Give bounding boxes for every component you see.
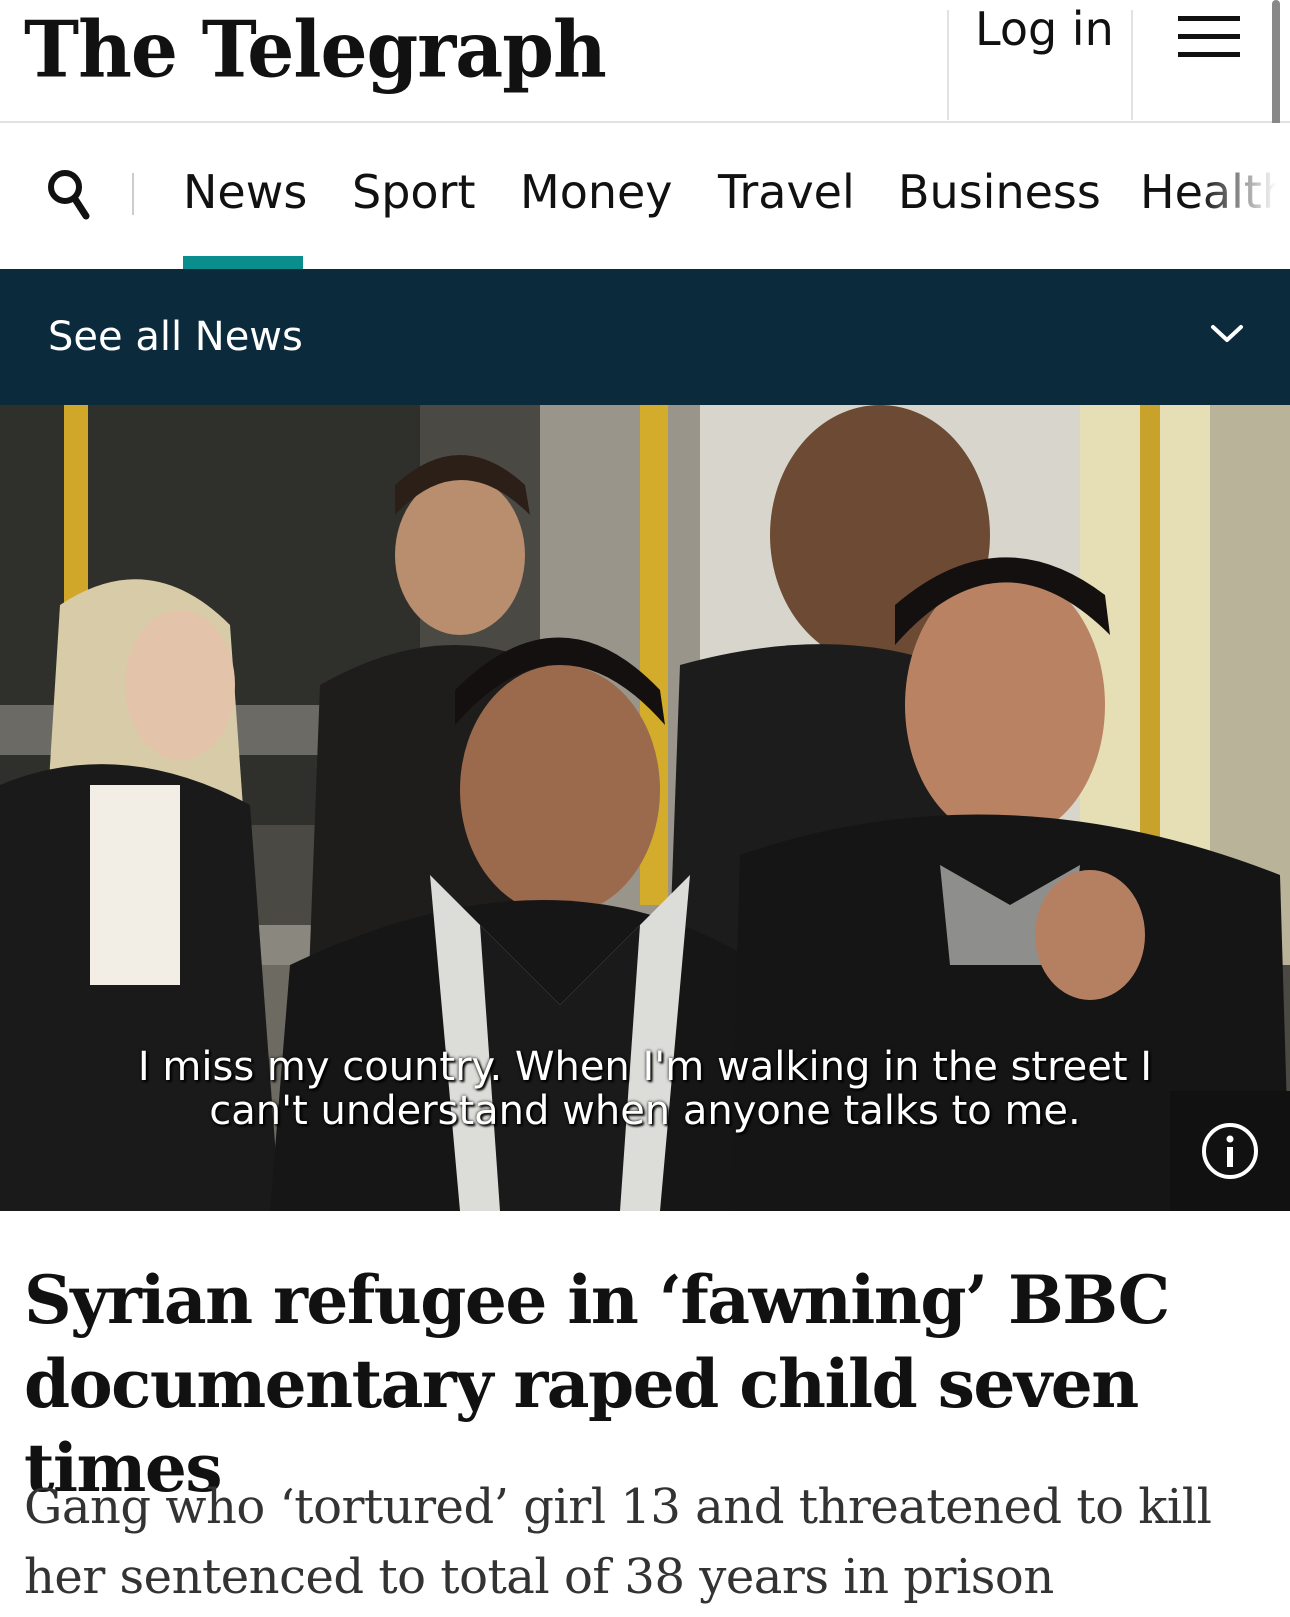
subtitle-line: can't understand when anyone talks to me…	[209, 1088, 1081, 1134]
login-link[interactable]: Log in	[975, 0, 1114, 58]
search-icon[interactable]	[46, 168, 90, 220]
site-logo[interactable]: The Telegraph	[24, 2, 607, 99]
nav-item-business[interactable]: Business	[898, 161, 1101, 223]
header-divider	[947, 10, 949, 120]
see-all-bar[interactable]: See all News	[0, 269, 1290, 405]
see-all-label: See all News	[48, 314, 303, 360]
info-icon[interactable]	[1200, 1121, 1260, 1181]
scrollbar-thumb[interactable]	[1272, 0, 1280, 142]
nav-item-news[interactable]: News	[183, 161, 307, 223]
nav-item-money[interactable]: Money	[520, 161, 673, 223]
article-standfirst: Gang who ‘tortured’ girl 13 and threaten…	[24, 1479, 1212, 1605]
nav-item-travel[interactable]: Travel	[718, 161, 855, 223]
image-info-button[interactable]	[1170, 1091, 1290, 1211]
hamburger-menu-icon[interactable]	[1178, 16, 1242, 60]
hero-image: I miss my country. When I'm walking in t…	[0, 405, 1290, 1211]
subtitle-line: I miss my country. When I'm walking in t…	[137, 1044, 1153, 1090]
nav-separator	[132, 173, 134, 215]
active-tab-indicator	[183, 256, 303, 269]
nav-fade	[1200, 123, 1290, 269]
video-subtitle: I miss my country. When I'm walking in t…	[0, 1045, 1290, 1133]
section-nav: News Sport Money Travel Business Health	[0, 123, 1290, 269]
chevron-down-icon[interactable]	[1210, 323, 1244, 345]
site-header: The Telegraph Log in	[0, 0, 1290, 142]
nav-item-sport[interactable]: Sport	[352, 161, 476, 223]
header-divider	[1131, 10, 1133, 120]
